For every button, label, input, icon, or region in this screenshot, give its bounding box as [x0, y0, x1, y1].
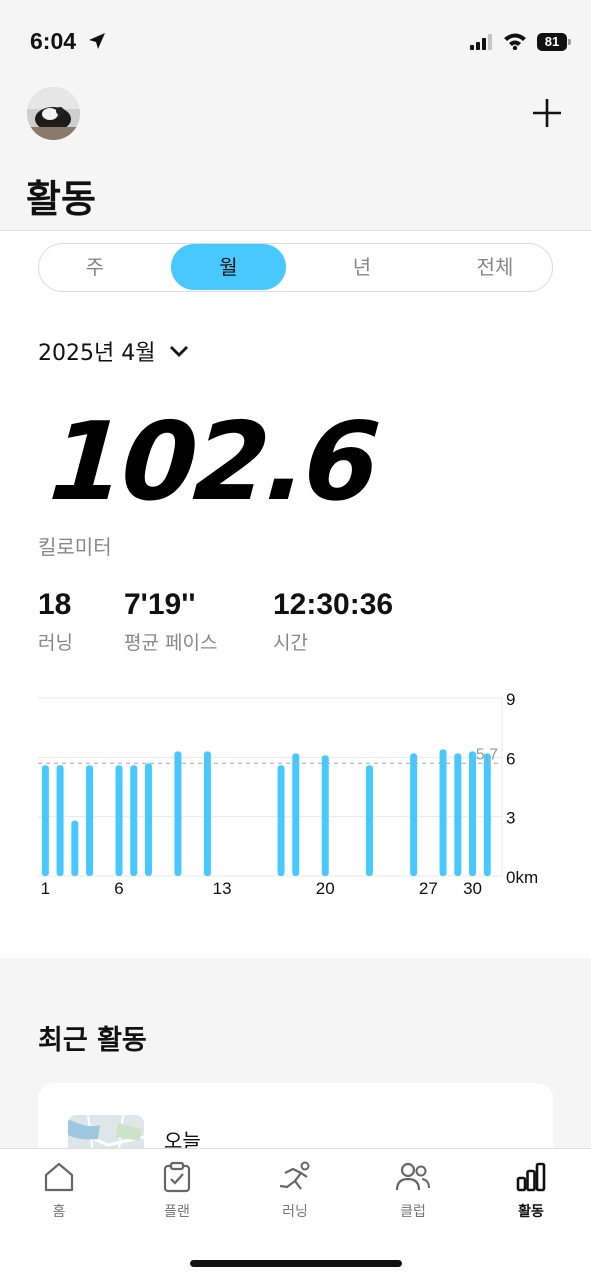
- tab-year[interactable]: 년: [306, 244, 418, 290]
- add-icon[interactable]: [530, 96, 564, 130]
- page-title: 활동: [26, 177, 96, 221]
- x-tick-label: 27: [419, 879, 438, 898]
- chart-bar: [115, 765, 123, 876]
- tab-plan-label: 플랜: [164, 1204, 190, 1220]
- stat-time-label: 시간: [273, 632, 308, 654]
- signal-icon: [470, 34, 492, 50]
- tab-run-label: 러닝: [282, 1204, 308, 1220]
- month-label: 2025년 4월: [38, 341, 156, 366]
- tab-club[interactable]: 클럽: [354, 1161, 472, 1231]
- chart-bar: [277, 765, 285, 876]
- avatar[interactable]: [27, 87, 80, 140]
- header-area: 6:04 81 활동: [0, 0, 591, 231]
- x-tick-label: 13: [213, 879, 232, 898]
- tab-month[interactable]: 월: [171, 244, 286, 290]
- x-tick-label: 20: [316, 879, 335, 898]
- monthly-distance-chart: 0km 3 6 9 5.7 1 6 13 20 27 30: [38, 690, 538, 898]
- x-tick-label: 1: [41, 879, 50, 898]
- period-segmented-control: 주 월 년 전체: [38, 243, 553, 292]
- stat-time: 12:30:36 시간: [273, 588, 393, 655]
- chart-bar: [130, 765, 138, 876]
- stat-runs-label: 러닝: [38, 632, 73, 654]
- stat-avg-pace-label: 평균 페이스: [124, 632, 218, 654]
- chart-bar: [86, 765, 94, 876]
- chart-bar: [144, 763, 152, 876]
- distance-unit: 킬로미터: [38, 535, 112, 559]
- y-tick-label: 3: [506, 809, 515, 828]
- tab-plan[interactable]: 플랜: [118, 1161, 236, 1231]
- chart-bar: [292, 753, 300, 876]
- month-picker[interactable]: 2025년 4월: [38, 334, 189, 368]
- chart-bar: [41, 765, 49, 876]
- tab-club-label: 클럽: [400, 1204, 426, 1220]
- tab-home[interactable]: 홈: [0, 1161, 118, 1231]
- chart-bar: [454, 753, 462, 876]
- stat-avg-pace: 7'19'' 평균 페이스: [124, 588, 217, 655]
- chart-bar: [410, 753, 418, 876]
- y-tick-label: 0km: [506, 868, 538, 887]
- y-tick-label: 9: [506, 690, 515, 709]
- tab-home-label: 홈: [52, 1204, 66, 1220]
- status-time: 6:04: [30, 28, 77, 54]
- home-indicator: [190, 1260, 402, 1267]
- chart-bar: [365, 765, 373, 876]
- stat-runs-value: 18: [38, 588, 72, 621]
- runner-icon: [279, 1161, 310, 1190]
- bar-chart-icon: [516, 1162, 546, 1192]
- average-label: 5.7: [476, 746, 498, 763]
- battery-indicator: 81: [537, 33, 571, 51]
- chart-bar: [174, 751, 182, 876]
- chart-bar: [321, 755, 329, 876]
- battery-level: 81: [537, 33, 567, 51]
- chart-bar: [469, 751, 477, 876]
- total-distance: 102.6: [45, 400, 381, 525]
- chart-bar: [71, 820, 79, 876]
- chevron-down-icon: [170, 346, 189, 357]
- chart-bar: [203, 751, 211, 876]
- chart-bar: [483, 753, 491, 876]
- clipboard-check-icon: [163, 1161, 191, 1193]
- status-bar: 6:04 81: [0, 0, 591, 80]
- tab-week[interactable]: 주: [39, 244, 151, 290]
- avatar-photo: [27, 87, 80, 140]
- y-tick-label: 6: [506, 749, 515, 768]
- chart-bar: [56, 765, 64, 876]
- tab-activity-label: 활동: [518, 1204, 544, 1220]
- stat-avg-pace-value: 7'19'': [124, 588, 196, 621]
- x-tick-label: 30: [463, 879, 482, 898]
- recent-title: 최근 활동: [38, 1025, 147, 1056]
- chart-bar: [439, 749, 447, 876]
- tab-activity[interactable]: 활동: [472, 1161, 590, 1231]
- tab-run[interactable]: 러닝: [236, 1161, 354, 1231]
- wifi-icon: [504, 33, 526, 50]
- x-tick-label: 6: [114, 879, 123, 898]
- tab-all[interactable]: 전체: [439, 244, 551, 290]
- people-icon: [395, 1162, 430, 1191]
- stat-time-value: 12:30:36: [273, 588, 394, 621]
- location-arrow-icon: [89, 33, 105, 49]
- stat-runs: 18 러닝: [38, 588, 73, 655]
- home-icon: [44, 1162, 74, 1192]
